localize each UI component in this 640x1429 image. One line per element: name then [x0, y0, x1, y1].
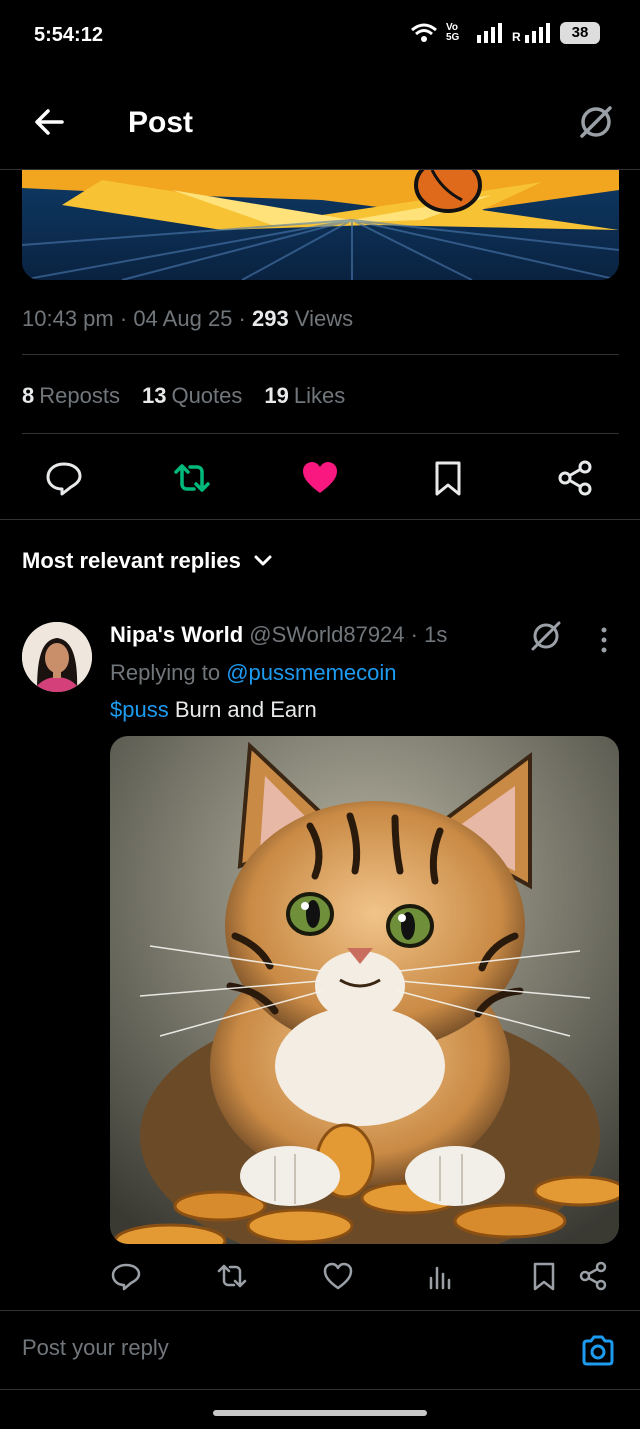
wifi-icon — [411, 23, 437, 42]
arrow-left-icon[interactable] — [30, 102, 70, 142]
likes-count: 19 — [264, 383, 289, 408]
reply-header: Nipa's World @SWorld87924 · 1s — [110, 622, 447, 648]
post-action-bar — [0, 450, 640, 508]
grok-icon[interactable] — [528, 618, 564, 654]
replying-prefix: Replying to — [110, 660, 221, 685]
reply-input[interactable]: Post your reply — [22, 1335, 169, 1361]
home-indicator[interactable] — [213, 1410, 427, 1416]
page-title: Post — [128, 106, 194, 139]
views-label: Views — [294, 306, 354, 331]
battery-indicator: 38 — [560, 22, 600, 44]
views-count: 293 — [252, 306, 289, 331]
cat-with-coins-image — [110, 736, 619, 1244]
reply-body: Burn and Earn — [174, 697, 317, 722]
bookmark-icon[interactable] — [528, 1260, 560, 1292]
likes-stat[interactable]: 19 Likes — [264, 383, 345, 409]
reposts-count: 8 — [22, 383, 35, 408]
reply-text: $puss Burn and Earn — [110, 697, 317, 723]
reply-composer: Post your reply — [0, 1310, 640, 1390]
reposts-stat[interactable]: 8 Reposts — [22, 383, 120, 409]
quotes-stat[interactable]: 13 Quotes — [142, 383, 242, 409]
reposts-label: Reposts — [39, 383, 120, 408]
cashtag-link[interactable]: $puss — [110, 697, 169, 722]
post-media-image[interactable] — [22, 170, 619, 280]
status-bar: 5:54:12 Vo 5G R 38 — [0, 0, 640, 72]
status-time: 5:54:12 — [34, 24, 103, 46]
svg-text:R: R — [512, 30, 521, 43]
avatar-image — [22, 622, 92, 692]
reply-action-bar — [0, 1260, 640, 1300]
grok-icon[interactable] — [576, 102, 616, 142]
divider — [22, 354, 619, 355]
separator: · — [119, 306, 128, 331]
reply-media-image[interactable] — [110, 736, 619, 1244]
avatar[interactable] — [22, 622, 92, 692]
divider — [0, 519, 640, 520]
separator: · — [238, 306, 246, 331]
top-bar: Post — [0, 72, 640, 170]
bookmark-icon[interactable] — [428, 458, 468, 498]
reply-author-handle[interactable]: @SWorld87924 — [249, 622, 404, 647]
reply-icon[interactable] — [110, 1260, 142, 1292]
status-icons: Vo 5G R 38 — [410, 22, 600, 44]
reply-icon[interactable] — [44, 458, 84, 498]
replies-sort-dropdown[interactable]: Most relevant replies — [22, 548, 273, 574]
quotes-count: 13 — [141, 383, 167, 408]
comic-burst-image — [22, 170, 619, 280]
reply-author-name[interactable]: Nipa's World — [110, 622, 243, 647]
like-icon[interactable] — [322, 1260, 354, 1292]
repost-icon[interactable] — [216, 1260, 248, 1292]
post-timestamp: 10:43 pm · 04 Aug 25 · 293 Views — [22, 306, 353, 332]
post-stats: 8 Reposts 13 Quotes 19 Likes — [22, 383, 345, 409]
reply-time: · 1s — [410, 622, 448, 647]
views-analytics-icon[interactable] — [424, 1260, 456, 1292]
network-label: Vo 5G — [446, 22, 460, 43]
share-icon[interactable] — [578, 1260, 610, 1292]
repost-icon[interactable] — [172, 458, 212, 498]
replying-to: Replying to @pussmemecoin — [110, 660, 397, 686]
sort-label: Most relevant replies — [22, 548, 241, 573]
post-date: 04 Aug 25 — [133, 306, 233, 331]
replying-handle-link[interactable]: @pussmemecoin — [226, 660, 396, 685]
signal-roaming-icon: R — [512, 23, 550, 43]
post-time: 10:43 pm — [22, 306, 114, 331]
signal-icon — [477, 23, 502, 43]
quotes-label: Quotes — [171, 383, 243, 408]
chevron-down-icon — [254, 555, 272, 566]
likes-label: Likes — [293, 383, 346, 408]
share-icon[interactable] — [556, 458, 596, 498]
more-options-icon[interactable] — [594, 624, 614, 656]
like-icon[interactable] — [300, 458, 340, 498]
camera-icon[interactable] — [580, 1333, 616, 1369]
divider — [22, 433, 619, 434]
